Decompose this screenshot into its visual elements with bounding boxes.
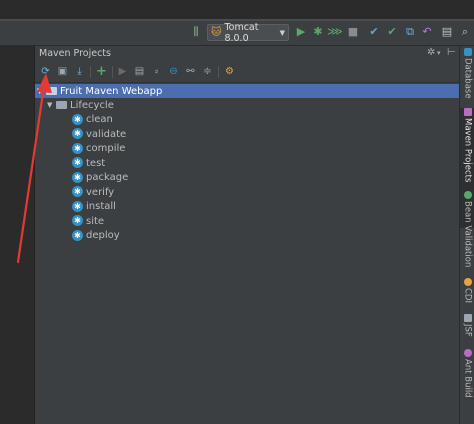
tab-bean-validation[interactable]: Bean Validation [460, 191, 474, 271]
project-structure-icon[interactable]: ▤ [440, 25, 454, 39]
hide-icon[interactable]: ⊢ [447, 47, 456, 58]
goal-gear-icon: ✱ [72, 157, 83, 168]
lifecycle-goal-item[interactable]: ✱ clean [72, 113, 113, 127]
collapse-all-icon[interactable]: ≑ [201, 65, 214, 78]
cdi-icon [463, 278, 472, 286]
skip-tests-icon[interactable]: ⊖ [167, 65, 180, 78]
tab-database-label: Database [462, 58, 473, 99]
tomcat-icon: 🐱 [211, 27, 222, 38]
toolbar-separator [90, 66, 91, 78]
database-icon [463, 48, 472, 56]
goal-label: site [86, 215, 105, 227]
vcs-update-icon[interactable]: ✔ [367, 25, 381, 39]
vcs-commit-icon[interactable]: ✔ [385, 25, 399, 39]
gear-dropdown-icon[interactable]: ▾ [437, 49, 441, 57]
goal-label: clean [86, 114, 113, 125]
maven-module-icon [46, 87, 57, 95]
goal-label: test [86, 157, 106, 169]
download-icon[interactable]: ⤓ [73, 65, 86, 78]
tab-bean-validation-label: Bean Validation [462, 201, 473, 268]
goal-label: compile [86, 143, 126, 154]
add-icon[interactable]: + [95, 65, 108, 78]
gear-icon[interactable]: ✲ [427, 47, 435, 58]
tab-ant-build[interactable]: Ant Build [460, 349, 474, 401]
debug-icon[interactable]: ✱ [311, 25, 325, 39]
goal-gear-icon: ✱ [72, 229, 83, 241]
tree-item-lifecycle[interactable]: ▼ Lifecycle [47, 98, 114, 112]
goal-label: package [86, 172, 129, 183]
lifecycle-goal-item[interactable]: ✱ site [72, 215, 104, 229]
run-configuration-dropdown[interactable]: 🐱 Tomcat 8.0.0 ▼ [207, 21, 289, 44]
lifecycle-goal-item[interactable]: ✱ package [72, 171, 128, 185]
tree-root-label: Fruit Maven Webapp [60, 86, 163, 97]
toolbar-separator [112, 66, 113, 78]
undo-icon[interactable]: ↶ [420, 25, 434, 39]
tab-cdi[interactable]: CDI [460, 278, 474, 306]
generate-sources-icon[interactable]: ▣ [56, 65, 69, 78]
maven-project-tree: ▼ Fruit Maven Webapp ▼ Lifecycle ✱ clean ✱ va… [35, 83, 459, 424]
lifecycle-goal-item[interactable]: ✱ compile [72, 142, 125, 156]
toggle-offline-icon[interactable]: ⸗ [150, 65, 163, 78]
coverage-icon[interactable]: ⋙ [327, 25, 343, 39]
goal-gear-icon: ✱ [72, 200, 83, 212]
bean-validation-icon [463, 191, 472, 199]
goal-gear-icon: ✱ [72, 128, 83, 139]
lifecycle-goal-item[interactable]: ✱ verify [72, 186, 114, 200]
goal-gear-icon: ✱ [72, 215, 83, 226]
chevron-down-icon: ▼ [279, 28, 285, 37]
lifecycle-goal-item[interactable]: ✱ install [72, 200, 116, 214]
goal-label: deploy [86, 230, 120, 241]
lifecycle-goal-item[interactable]: ✱ deploy [72, 229, 120, 243]
jsf-icon [463, 314, 472, 322]
goal-gear-icon: ✱ [72, 171, 83, 183]
main-toolbar: ⫼ 🐱 Tomcat 8.0.0 ▼ ▶ ✱ ⋙ ■ ✔ ✔ ⧉ ↶ ▤ ⌕ [0, 21, 474, 46]
tab-jsf[interactable]: JSF [460, 314, 474, 340]
tab-cdi-label: CDI [462, 288, 473, 303]
editor-area [0, 46, 34, 424]
lifecycle-label: Lifecycle [70, 100, 114, 111]
structure-icon[interactable]: ⫼ [189, 25, 203, 39]
expand-arrow-icon[interactable]: ▼ [47, 98, 56, 112]
maven-panel-toolbar: ⟳ ▣ ⤓ + ▶ ▤ ⸗ ⊖ ⚯ ≑ ⚙ [35, 62, 459, 83]
lifecycle-goal-item[interactable]: ✱ validate [72, 128, 126, 142]
tree-root-item[interactable]: ▼ Fruit Maven Webapp [35, 84, 459, 98]
goal-label: validate [86, 128, 127, 140]
tab-database[interactable]: Database [460, 48, 474, 100]
goal-gear-icon: ✱ [72, 186, 83, 197]
tab-ant-build-label: Ant Build [462, 359, 473, 398]
goal-gear-icon: ✱ [72, 142, 83, 154]
ant-icon [463, 349, 472, 357]
stop-icon[interactable]: ■ [346, 25, 360, 39]
right-tool-strip: Database Maven Projects Bean Validation … [459, 46, 474, 424]
maven-icon [463, 108, 472, 116]
tab-maven-projects-label: Maven Projects [462, 118, 473, 183]
show-dependencies-icon[interactable]: ⚯ [184, 65, 197, 78]
maven-settings-icon[interactable]: ⚙ [223, 65, 236, 78]
expand-arrow-icon[interactable]: ▼ [37, 84, 46, 98]
search-icon[interactable]: ⌕ [458, 25, 472, 39]
maven-panel-header: Maven Projects ✲ ▾ ⊢ [35, 46, 459, 62]
run-maven-build-icon[interactable]: ▶ [116, 65, 129, 78]
execute-goal-icon[interactable]: ▤ [133, 65, 146, 78]
run-config-label: Tomcat 8.0.0 [224, 21, 259, 44]
goal-label: verify [86, 186, 115, 198]
goal-gear-icon: ✱ [72, 113, 83, 125]
folder-icon [56, 101, 67, 109]
title-strip [0, 0, 474, 20]
toolbar-separator [218, 66, 219, 78]
goal-label: install [86, 201, 116, 212]
panel-title: Maven Projects [39, 48, 111, 59]
tab-jsf-label: JSF [462, 324, 473, 337]
lifecycle-goal-item[interactable]: ✱ test [72, 157, 105, 171]
reimport-icon[interactable]: ⟳ [39, 65, 52, 78]
vcs-compare-icon[interactable]: ⧉ [403, 25, 417, 39]
run-icon[interactable]: ▶ [294, 25, 308, 39]
